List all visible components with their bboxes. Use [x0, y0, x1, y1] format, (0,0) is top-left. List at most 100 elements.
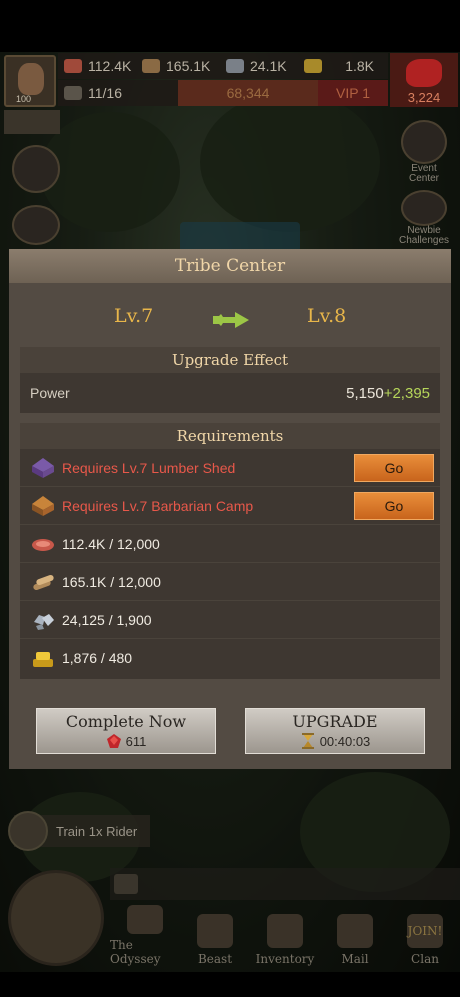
power-value: 68,344: [226, 85, 270, 101]
gem-shop-button[interactable]: 3,224: [390, 53, 458, 107]
go-button[interactable]: Go: [354, 454, 434, 482]
gold-resource[interactable]: 1.8K: [304, 58, 382, 74]
arrow-right-icon: [213, 312, 249, 328]
requirements-header: Requirements: [20, 423, 440, 449]
go-label: Go: [384, 498, 404, 514]
tribe-center-dialog: Tribe Center Lv.7 Lv.8 Upgrade Effect Po…: [9, 249, 451, 769]
meat-resource[interactable]: 112.4K: [58, 58, 142, 74]
join-label: JOIN!: [407, 924, 443, 938]
requirement-row: 165.1K / 12,000: [20, 563, 440, 601]
meat-icon: [32, 538, 54, 551]
requirement-row: Requires Lv.7 Barbarian Camp Go: [20, 487, 440, 525]
requirement-row: Requires Lv.7 Lumber Shed Go: [20, 449, 440, 487]
nav-inventory[interactable]: Inventory: [250, 905, 320, 970]
status-bar: 11/16 68,344 VIP 1: [58, 80, 388, 106]
troops-value: 11/16: [88, 85, 122, 101]
nav-mail-label: Mail: [341, 952, 369, 966]
complete-cost-value: 611: [125, 733, 147, 749]
complete-now-label: Complete Now: [65, 712, 187, 731]
stone-icon: [34, 613, 54, 630]
upgrade-label: UPGRADE: [292, 712, 378, 731]
requirement-row: 112.4K / 12,000: [20, 525, 440, 563]
requirement-text: Requires Lv.7 Barbarian Camp: [62, 497, 254, 514]
upgrade-time: 00:40:03: [300, 733, 371, 749]
vip-badge[interactable]: VIP 1: [318, 80, 388, 106]
power-display[interactable]: 68,344: [178, 80, 318, 106]
top-black-bar: [0, 0, 460, 52]
chat-icon: [114, 874, 138, 894]
avatar-face: [18, 63, 44, 95]
requirement-row: 1,876 / 480: [20, 639, 440, 677]
nav-inventory-label: Inventory: [255, 952, 315, 966]
player-avatar[interactable]: 100: [4, 55, 56, 107]
next-level: Lv.8: [307, 305, 347, 327]
gold-icon: [304, 59, 322, 73]
vip-label: VIP 1: [336, 85, 370, 101]
lumber-shed-icon: [32, 457, 54, 478]
dialog-title: Tribe Center: [174, 256, 286, 276]
go-button[interactable]: Go: [354, 492, 434, 520]
newbie-challenges-label: Newbie Challenges: [398, 225, 450, 246]
resource-bar: 112.4K 165.1K 24.1K 1.8K: [58, 53, 388, 79]
world-map-button[interactable]: [8, 870, 104, 966]
upgrade-effect-panel: Upgrade Effect Power 5,150+2,395: [20, 347, 440, 413]
gem-value: 3,224: [407, 90, 441, 105]
requirement-text: 165.1K / 12,000: [62, 573, 161, 590]
meat-value: 112.4K: [88, 58, 132, 74]
complete-now-button[interactable]: Complete Now 611: [36, 708, 216, 754]
nav-clan[interactable]: JOIN! Clan: [390, 905, 460, 970]
effect-row: Power 5,150+2,395: [20, 373, 440, 413]
bottom-nav: The Odyssey Beast Inventory Mail JOIN! Cl…: [110, 905, 460, 970]
hammer-icon[interactable]: [12, 145, 60, 193]
barbarian-camp-icon: [32, 495, 54, 516]
effect-value: 5,150+2,395: [346, 385, 430, 402]
requirement-text: 112.4K / 12,000: [62, 535, 160, 552]
stone-resource[interactable]: 24.1K: [226, 58, 304, 74]
wood-resource[interactable]: 165.1K: [142, 58, 226, 74]
mail-icon: [337, 914, 373, 948]
requirement-row: 24,125 / 1,900: [20, 601, 440, 639]
inventory-icon: [267, 914, 303, 948]
build-icon[interactable]: [12, 205, 60, 245]
task-hint[interactable]: Train 1x Rider: [8, 811, 150, 851]
event-center-label: Event Center: [408, 163, 439, 184]
gold-value: 1.8K: [345, 58, 374, 74]
stone-icon: [226, 59, 244, 73]
odyssey-icon: [127, 905, 163, 934]
nav-beast-label: Beast: [197, 952, 233, 966]
wood-value: 165.1K: [166, 58, 211, 74]
ruby-icon: [106, 734, 121, 748]
wood-icon: [33, 574, 54, 590]
gold-icon: [33, 652, 53, 667]
quick-buttons[interactable]: [4, 110, 60, 134]
nav-beast[interactable]: Beast: [180, 905, 250, 970]
chat-bar[interactable]: [110, 868, 460, 900]
newbie-challenges-button[interactable]: Newbie Challenges: [398, 190, 450, 246]
troops-status[interactable]: 11/16: [58, 85, 178, 101]
stone-value: 24.1K: [250, 58, 287, 74]
troops-icon: [64, 86, 82, 100]
scroll-icon: [8, 811, 48, 851]
player-level: 100: [16, 94, 32, 104]
bottom-black-bar: [0, 972, 460, 997]
requirement-text: 1,876 / 480: [62, 650, 133, 666]
nav-mail[interactable]: Mail: [320, 905, 390, 970]
effect-label: Power: [30, 385, 70, 401]
effect-bonus: +2,395: [383, 384, 430, 402]
nav-odyssey[interactable]: The Odyssey: [110, 905, 180, 970]
upgrade-time-value: 00:40:03: [319, 733, 371, 749]
upgrade-button[interactable]: UPGRADE 00:40:03: [245, 708, 425, 754]
nav-clan-label: Clan: [411, 952, 439, 966]
current-level: Lv.7: [114, 305, 154, 327]
requirement-text: 24,125 / 1,900: [62, 611, 152, 628]
nav-odyssey-label: The Odyssey: [110, 938, 161, 966]
newbie-challenges-icon: [401, 190, 447, 226]
level-transition: Lv.7 Lv.8: [9, 305, 451, 335]
wood-icon: [142, 59, 160, 73]
effect-base: 5,150: [346, 384, 384, 402]
event-center-button[interactable]: Event Center: [398, 120, 450, 184]
dialog-header: Tribe Center: [9, 249, 451, 283]
upgrade-effect-header: Upgrade Effect: [20, 347, 440, 373]
task-label: Train 1x Rider: [56, 823, 138, 839]
requirements-panel: Requirements Requires Lv.7 Lumber Shed G…: [20, 423, 440, 679]
